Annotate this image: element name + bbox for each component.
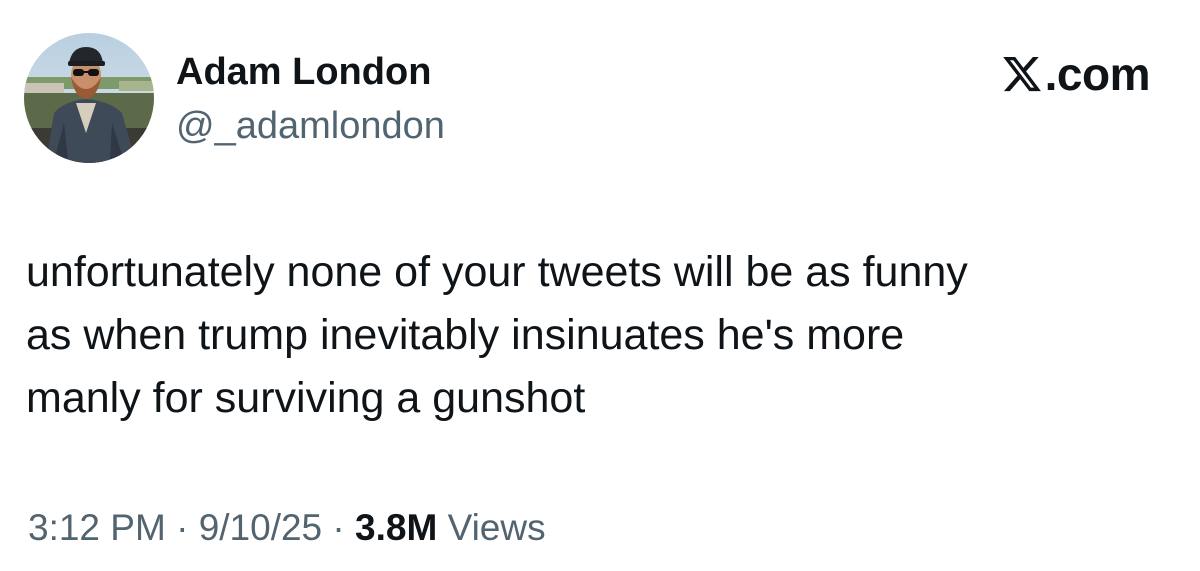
author-handle[interactable]: @_adamlondon xyxy=(176,104,445,148)
tweet-text-line: manly for surviving a gunshot xyxy=(26,374,586,422)
brand-watermark: .com xyxy=(1001,48,1151,100)
meta-separator: · xyxy=(332,507,345,548)
x-logo-icon xyxy=(1001,53,1043,95)
views-count[interactable]: 3.8M xyxy=(355,507,437,548)
tweet-text-line: unfortunately none of your tweets will b… xyxy=(26,248,968,296)
tweet-date[interactable]: 9/10/25 xyxy=(199,507,322,548)
tweet-text: unfortunately none of your tweets will b… xyxy=(26,241,1166,430)
tweet-card: Adam London @_adamlondon .com unfortunat… xyxy=(0,0,1200,571)
meta-separator: · xyxy=(176,507,189,548)
tweet-time[interactable]: 3:12 PM xyxy=(28,507,166,548)
avatar[interactable] xyxy=(24,33,154,163)
tweet-text-line: as when trump inevitably insinuates he's… xyxy=(26,311,905,359)
brand-domain: .com xyxy=(1044,48,1151,100)
profile-photo xyxy=(24,33,154,163)
tweet-meta: 3:12 PM · 9/10/25 · 3.8M Views xyxy=(28,505,546,551)
author-display-name[interactable]: Adam London xyxy=(176,50,431,94)
views-label: Views xyxy=(447,507,546,548)
